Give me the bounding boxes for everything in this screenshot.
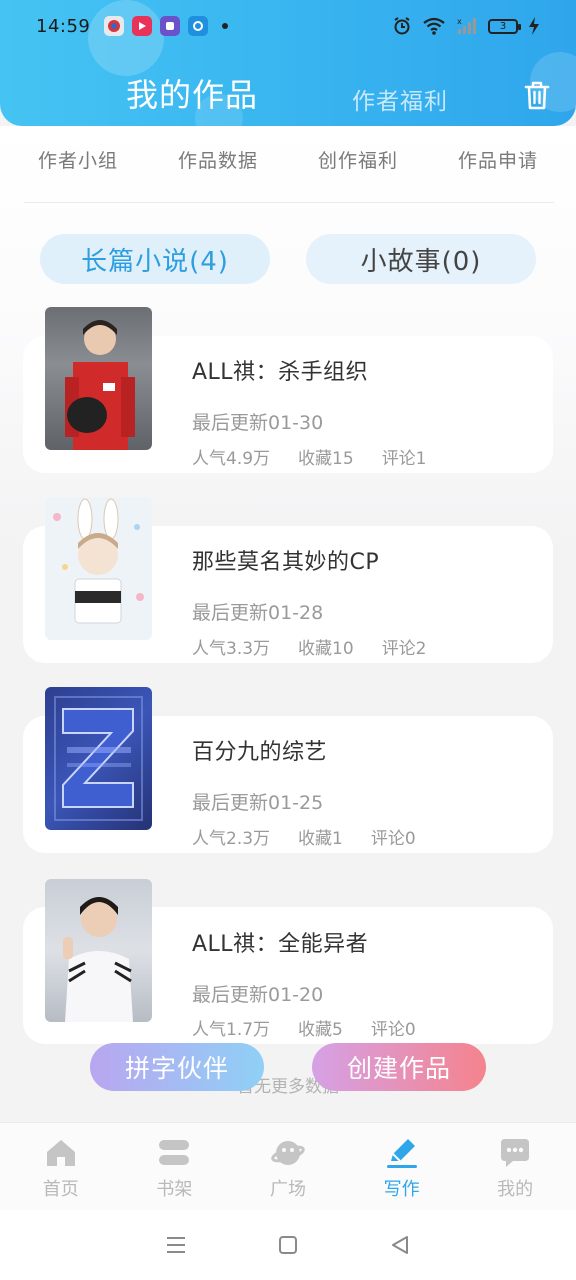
work-cover-image[interactable] (45, 307, 152, 450)
app-icon (188, 16, 209, 36)
notification-icons (104, 16, 209, 36)
nav-label: 书架 (156, 1179, 193, 1200)
work-title[interactable]: 百分九的综艺 (192, 734, 327, 766)
nav-label: 写作 (383, 1179, 420, 1200)
create-work-button[interactable]: 创建作品 (312, 1043, 486, 1091)
alarm-icon (394, 17, 410, 35)
menu-creation-benefits[interactable]: 创作福利 (318, 146, 398, 186)
work-popularity: 人气4.9万 (192, 449, 271, 469)
divider (24, 202, 554, 203)
chat-bubble-icon (501, 1139, 530, 1167)
work-last-updated: 最后更新01-20 (192, 984, 324, 1006)
work-comments: 评论0 (370, 829, 416, 849)
wifi-icon (423, 17, 445, 35)
work-comments: 评论1 (381, 449, 427, 469)
video-app-icon (132, 16, 153, 36)
work-cover-image[interactable] (45, 687, 152, 830)
work-cover-image[interactable] (45, 497, 152, 640)
work-popularity: 人气1.7万 (192, 1020, 271, 1040)
app-icon (160, 16, 181, 36)
svg-text:x: x (457, 17, 462, 26)
bottom-nav: 首页 书架 广场 写作 我的 (0, 1122, 576, 1210)
work-last-updated: 最后更新01-25 (192, 792, 324, 814)
nav-label: 我的 (497, 1179, 534, 1200)
work-favorites: 收藏10 (298, 639, 354, 659)
app-header: 14:59 x 3 我的作品 作者福利 (0, 0, 576, 126)
menu-author-group[interactable]: 作者小组 (38, 146, 118, 186)
battery-icon: 3 (488, 18, 521, 34)
work-popularity: 人气3.3万 (192, 639, 271, 659)
work-last-updated: 最后更新01-28 (192, 602, 324, 624)
planet-icon (271, 1141, 305, 1165)
work-comments: 评论0 (370, 1020, 416, 1040)
pencil-icon (386, 1139, 417, 1168)
system-nav-bar (0, 1210, 576, 1280)
work-stats: 人气3.3万 收藏10 评论2 (192, 634, 455, 659)
back-triangle-icon[interactable] (388, 1233, 412, 1257)
work-favorites: 收藏1 (298, 829, 343, 849)
page-title[interactable]: 我的作品 (126, 70, 258, 116)
charging-icon (529, 17, 539, 35)
menu-work-application[interactable]: 作品申请 (458, 146, 538, 186)
work-cover-image[interactable] (45, 879, 152, 1022)
more-notifications-dot (222, 23, 229, 29)
signal-icon: x (457, 17, 476, 34)
nav-writing[interactable]: 写作 (352, 1123, 452, 1210)
work-comments: 评论2 (381, 639, 427, 659)
menu-work-data[interactable]: 作品数据 (178, 146, 258, 186)
tab-short-story[interactable]: 小故事(0) (306, 234, 536, 284)
home-square-icon[interactable] (276, 1233, 300, 1257)
work-stats: 人气1.7万 收藏5 评论0 (192, 1015, 444, 1040)
trash-icon[interactable] (520, 78, 554, 112)
work-title[interactable]: 那些莫名其妙的CP (192, 544, 379, 576)
nav-label: 首页 (42, 1179, 79, 1200)
tab-author-benefits[interactable]: 作者福利 (352, 82, 448, 116)
bookshelf-icon (159, 1140, 190, 1165)
nav-home[interactable]: 首页 (11, 1123, 111, 1210)
nav-bookshelf[interactable]: 书架 (124, 1123, 224, 1210)
work-title[interactable]: ALL祺：杀手组织 (192, 354, 368, 386)
work-favorites: 收藏15 (298, 449, 354, 469)
work-title[interactable]: ALL祺：全能异者 (192, 926, 368, 958)
home-icon (46, 1140, 75, 1166)
menu-icon[interactable] (164, 1233, 188, 1257)
work-stats: 人气4.9万 收藏15 评论1 (192, 444, 455, 469)
notification-app-icon (104, 16, 125, 36)
work-stats: 人气2.3万 收藏1 评论0 (192, 824, 444, 849)
tab-long-novel[interactable]: 长篇小说(4) (40, 234, 270, 284)
work-popularity: 人气2.3万 (192, 829, 271, 849)
status-right: x 3 (392, 16, 540, 36)
nav-mine[interactable]: 我的 (465, 1123, 565, 1210)
work-favorites: 收藏5 (298, 1020, 343, 1040)
status-time: 14:59 (36, 15, 91, 37)
nav-square[interactable]: 广场 (238, 1123, 338, 1210)
author-menu: 作者小组 作品数据 创作福利 作品申请 (0, 146, 576, 186)
status-bar: 14:59 x 3 (0, 0, 576, 52)
no-more-data-text: 暂无更多数据 (237, 1077, 339, 1097)
nav-label: 广场 (269, 1179, 306, 1200)
writing-partner-button[interactable]: 拼字伙伴 (90, 1043, 264, 1091)
work-last-updated: 最后更新01-30 (192, 412, 324, 434)
